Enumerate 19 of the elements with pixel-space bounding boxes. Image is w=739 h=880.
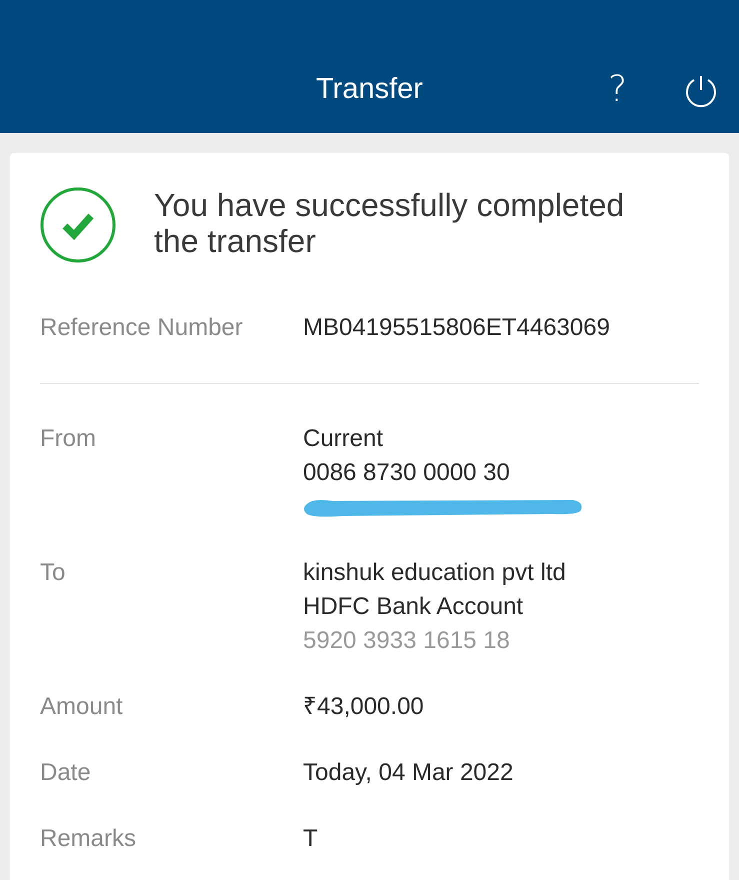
field-label: Date <box>40 758 92 788</box>
field-label: Reference Number <box>40 313 244 343</box>
field-value: 5920 3933 1615 18 <box>303 626 511 656</box>
field-value: MB04195515806ET4463069 <box>303 313 610 343</box>
field-value: Current <box>303 424 384 454</box>
success-message: You have successfully completed the transfer <box>154 187 626 259</box>
field-label: To <box>40 558 66 588</box>
field-label: From <box>40 424 97 454</box>
field-value: Today, 04 Mar 2022 <box>303 758 514 788</box>
field-label: Amount <box>40 692 124 722</box>
field-value: T <box>303 824 318 854</box>
power-icon[interactable] <box>684 74 718 108</box>
help-button[interactable]: ? <box>608 70 628 110</box>
field-label: Remarks <box>40 824 138 854</box>
field-value: 0086 8730 0000 30 <box>303 458 511 488</box>
field-value: ₹43,000.00 <box>303 692 424 722</box>
screen-title: Transfer <box>316 72 423 107</box>
field-value: kinshuk education pvt ltd <box>303 558 566 588</box>
field-value: HDFC Bank Account <box>303 592 524 622</box>
